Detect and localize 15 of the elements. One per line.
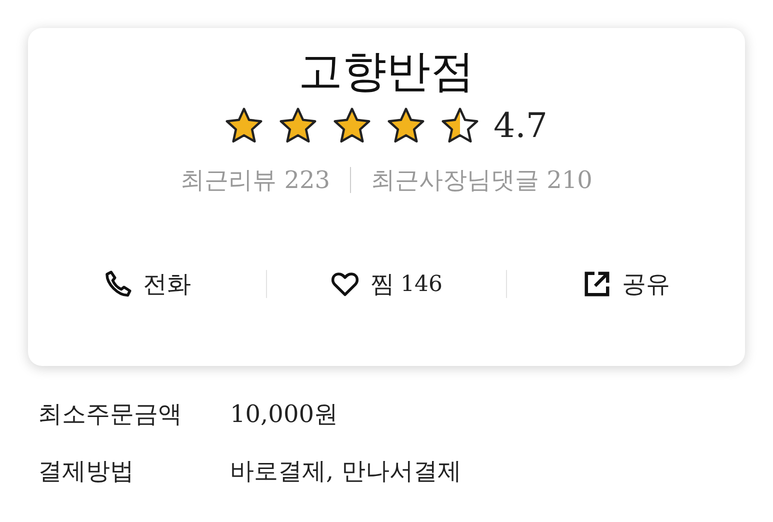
star-icon	[387, 107, 426, 145]
info-label: 최소주문금액	[38, 399, 183, 430]
like-button[interactable]: 찜 146	[267, 258, 506, 310]
star-icon	[225, 107, 264, 145]
info-value: 10,000원	[230, 399, 338, 430]
info-label: 결제방법	[38, 456, 135, 487]
call-button[interactable]: 전화	[28, 258, 266, 310]
store-name: 고향반점	[298, 45, 474, 99]
phone-icon	[103, 269, 134, 299]
star-icon	[441, 107, 480, 145]
info-value: 바로결제, 만나서결제	[230, 456, 462, 487]
star-icon	[333, 107, 372, 145]
share-button[interactable]: 공유	[506, 258, 745, 310]
star-icon	[279, 107, 318, 145]
rating-score: 4.7	[493, 106, 548, 146]
